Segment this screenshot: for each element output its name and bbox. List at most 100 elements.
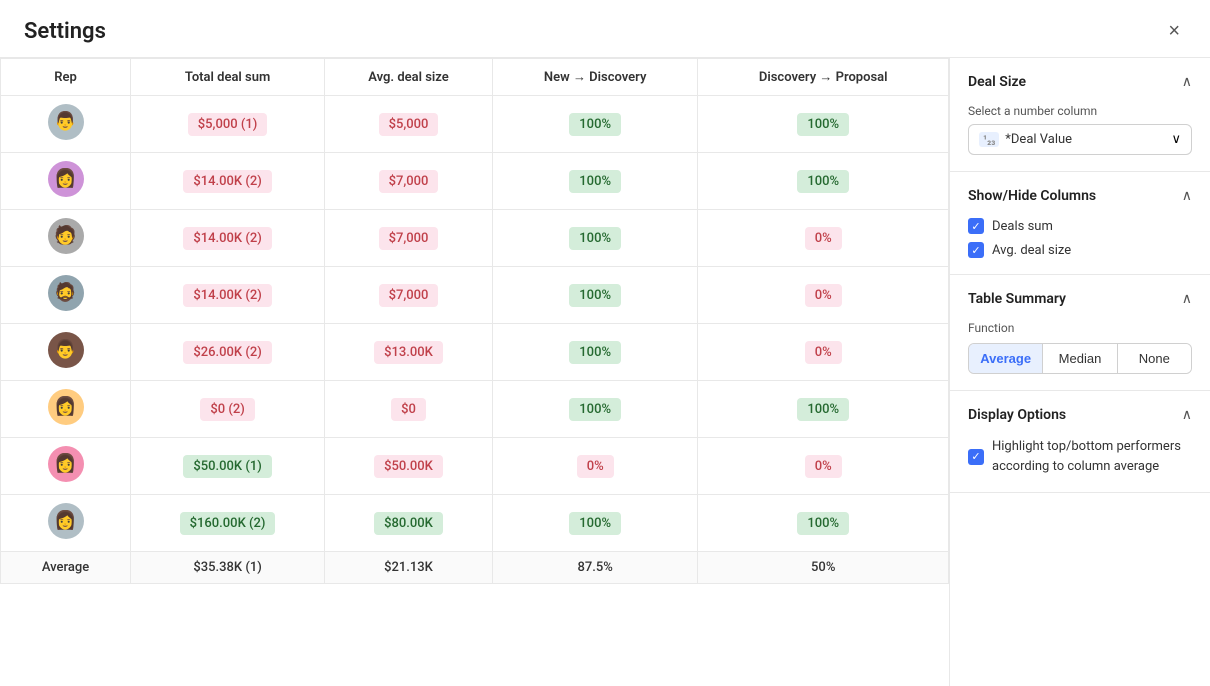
cell-badge: 100% (569, 341, 621, 364)
summary-cell: $35.38K (1) (131, 552, 325, 584)
function-btn-median[interactable]: Median (1043, 344, 1117, 373)
cell-badge: $26.00K (2) (183, 341, 271, 364)
cell-badge: $160.00K (2) (180, 512, 276, 535)
col-new-disc: New → Discovery (492, 59, 698, 96)
avatar-cell: 👩 (1, 495, 131, 552)
avatar: 🧑 (48, 218, 84, 254)
table-cell: 100% (698, 96, 949, 153)
table-cell: $13.00K (325, 324, 493, 381)
cell-badge: 100% (569, 170, 621, 193)
table-row: 👩 $0 (2) $0 100% 100% (1, 381, 949, 438)
modal-body: Rep Total deal sum Avg. deal size New → … (0, 58, 1210, 686)
table-row: 🧔$14.00K (2)$7,000100%0% (1, 267, 949, 324)
col-rep: Rep (1, 59, 131, 96)
table-row: 👩$14.00K (2)$7,000100%100% (1, 153, 949, 210)
table-cell: $0 (325, 381, 493, 438)
avatar-cell: 🧔 (1, 267, 131, 324)
highlight-checkbox-icon[interactable]: ✓ (968, 449, 984, 465)
cell-badge: $7,000 (379, 170, 439, 193)
table-row: 👩$50.00K (1)$50.00K0%0% (1, 438, 949, 495)
avatar: 👩 (48, 446, 84, 482)
table-row: 👩 $160.00K (2) $80.00K 100% 100% (1, 495, 949, 552)
avatar-cell: 👩 (1, 438, 131, 495)
table-cell: $80.00K (325, 495, 493, 552)
table-cell: $14.00K (2) (131, 267, 325, 324)
checkbox-avg-deal-icon[interactable]: ✓ (968, 242, 984, 258)
table-cell: $5,000 (325, 96, 493, 153)
table-cell: 100% (492, 153, 698, 210)
avatar-cell: 👩 (1, 381, 131, 438)
display-options-section: Display Options ∧ ✓ Highlight top/bottom… (950, 391, 1210, 493)
cell-badge: 100% (797, 170, 849, 193)
table-cell: 100% (492, 381, 698, 438)
sidebar: Deal Size ∧ Select a number column ¹₂₃ *… (950, 58, 1210, 686)
cell-badge: 0% (577, 455, 614, 478)
show-hide-section: Show/Hide Columns ∧ ✓ Deals sum ✓ Avg. d… (950, 172, 1210, 275)
cell-badge: $5,000 (1) (188, 113, 268, 136)
checkbox-avg-deal: ✓ Avg. deal size (968, 242, 1192, 258)
cell-badge: $80.00K (374, 512, 443, 535)
close-button[interactable]: × (1162, 18, 1186, 45)
table-cell: $14.00K (2) (131, 210, 325, 267)
display-options-header: Display Options ∧ (968, 407, 1192, 423)
cell-badge: $0 (391, 398, 426, 421)
function-label: Function (968, 321, 1192, 335)
table-row: 👨$5,000 (1)$5,000100%100% (1, 96, 949, 153)
checkbox-deals-sum: ✓ Deals sum (968, 218, 1192, 234)
table-summary-section: Table Summary ∧ Function Average Median … (950, 275, 1210, 391)
cell-badge: $5,000 (379, 113, 439, 136)
table-cell: 100% (492, 324, 698, 381)
deal-value-select[interactable]: ¹₂₃ *Deal Value ∨ (968, 124, 1192, 155)
table-cell: $50.00K (1) (131, 438, 325, 495)
cell-badge: 100% (569, 398, 621, 421)
avatar-cell: 👨 (1, 96, 131, 153)
show-hide-chevron[interactable]: ∧ (1182, 188, 1192, 204)
cell-badge: 0% (805, 341, 842, 364)
summary-cell: 87.5% (492, 552, 698, 584)
table-cell: 100% (492, 267, 698, 324)
avatar: 👨 (48, 104, 84, 140)
highlight-checkbox-row: ✓ Highlight top/bottom performers accord… (968, 437, 1192, 476)
function-btn-none[interactable]: None (1118, 344, 1191, 373)
table-cell: $160.00K (2) (131, 495, 325, 552)
deal-size-chevron[interactable]: ∧ (1182, 74, 1192, 90)
cell-badge: 100% (569, 227, 621, 250)
avatar: 🧔 (48, 275, 84, 311)
select-label: Select a number column (968, 104, 1192, 118)
table-row: 👨$26.00K (2)$13.00K100%0% (1, 324, 949, 381)
select-chevron-down: ∨ (1171, 132, 1181, 147)
table-cell: 100% (698, 495, 949, 552)
select-value: *Deal Value (1005, 132, 1072, 147)
show-hide-header: Show/Hide Columns ∧ (968, 188, 1192, 204)
cell-badge: $50.00K (374, 455, 443, 478)
table-cell: 100% (492, 495, 698, 552)
function-buttons: Average Median None (968, 343, 1192, 374)
summary-label: Average (1, 552, 131, 584)
checkbox-deals-sum-icon[interactable]: ✓ (968, 218, 984, 234)
display-options-title: Display Options (968, 407, 1066, 423)
table-cell: 0% (698, 210, 949, 267)
table-cell: 100% (698, 381, 949, 438)
cell-badge: $7,000 (379, 227, 439, 250)
modal: Settings × Rep Total deal sum Avg. deal … (0, 0, 1210, 686)
cell-badge: 0% (805, 227, 842, 250)
cell-badge: $7,000 (379, 284, 439, 307)
table-cell: $7,000 (325, 267, 493, 324)
summary-row: Average$35.38K (1)$21.13K87.5%50% (1, 552, 949, 584)
data-table: Rep Total deal sum Avg. deal size New → … (0, 58, 949, 584)
modal-header: Settings × (0, 0, 1210, 58)
table-cell: $0 (2) (131, 381, 325, 438)
cell-badge: 100% (797, 113, 849, 136)
function-btn-average[interactable]: Average (969, 344, 1043, 373)
display-options-chevron[interactable]: ∧ (1182, 407, 1192, 423)
cell-badge: 100% (797, 512, 849, 535)
cell-badge: $0 (2) (200, 398, 254, 421)
cell-badge: $14.00K (2) (183, 227, 271, 250)
cell-badge: $50.00K (1) (183, 455, 271, 478)
cell-badge: 100% (569, 512, 621, 535)
table-summary-chevron[interactable]: ∧ (1182, 291, 1192, 307)
deal-size-title: Deal Size (968, 74, 1026, 90)
table-cell: 100% (698, 153, 949, 210)
cell-badge: $14.00K (2) (183, 170, 271, 193)
table-row: 🧑 $14.00K (2) $7,000 100% 0% (1, 210, 949, 267)
